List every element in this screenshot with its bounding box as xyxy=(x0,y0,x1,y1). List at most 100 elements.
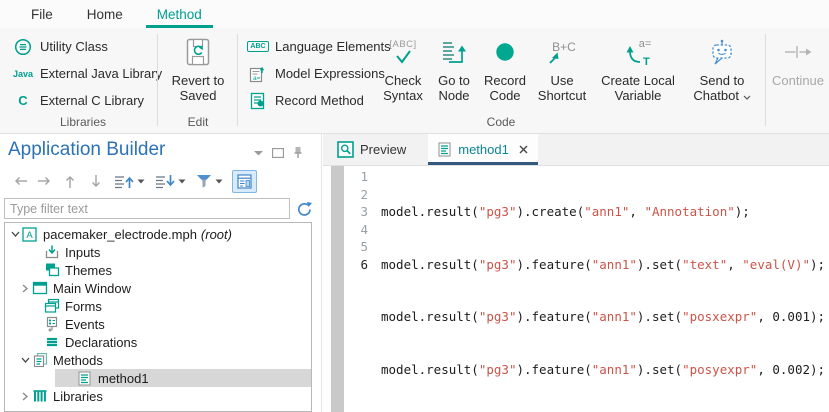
send-to-chatbot-button[interactable]: Send to Chatbot xyxy=(684,34,760,103)
check-syntax-icon: [ABC] xyxy=(378,34,428,70)
code-pane[interactable]: model.result("pg3").create("ann1", "Anno… xyxy=(368,166,829,412)
refresh-icon[interactable] xyxy=(296,201,313,217)
filter-row xyxy=(4,198,316,219)
method-icon xyxy=(76,371,93,386)
tree-label: Events xyxy=(65,317,105,332)
tree-row-themes[interactable]: Themes xyxy=(5,261,311,279)
show-editor-tools-toggle[interactable] xyxy=(232,170,257,193)
record-method-label: Record Method xyxy=(275,93,364,108)
tab-home[interactable]: Home xyxy=(76,0,134,28)
model-expressions-icon: a= xyxy=(247,65,269,83)
line-number-gutter: 1 2 3 4 5 6 xyxy=(344,166,368,412)
continue-button[interactable]: Continue xyxy=(770,34,826,88)
use-shortcut-label: Use Shortcut xyxy=(533,73,591,103)
line-number-current: 6 xyxy=(344,256,368,274)
code-line: model.result("pg3").feature("ann1").set(… xyxy=(381,256,829,274)
line-number: 3 xyxy=(344,203,368,221)
continue-icon xyxy=(770,34,826,70)
float-window-icon[interactable] xyxy=(272,148,284,158)
java-icon: Java xyxy=(12,69,34,79)
group-separator xyxy=(237,34,238,126)
expand-all-dropdown-icon[interactable] xyxy=(137,170,145,192)
forward-arrow-icon[interactable] xyxy=(32,170,57,192)
ribbon-tab-bar: File Home Method xyxy=(0,0,829,28)
record-code-button[interactable]: Record Code xyxy=(479,34,531,103)
collapse-all-icon[interactable] xyxy=(154,170,175,192)
use-shortcut-button[interactable]: B+C Use Shortcut xyxy=(533,34,591,103)
main-window-icon xyxy=(31,280,48,296)
chevron-expanded-icon[interactable] xyxy=(19,357,31,363)
record-method-icon xyxy=(247,92,269,110)
tree-row-root[interactable]: A pacemaker_electrode.mph (root) xyxy=(5,225,311,243)
record-method-button[interactable]: Record Method xyxy=(243,87,381,114)
tree-row-events[interactable]: Events xyxy=(5,315,311,333)
back-arrow-icon[interactable] xyxy=(8,170,32,192)
tree-row-declarations[interactable]: Declarations xyxy=(5,333,311,351)
tree-label: pacemaker_electrode.mph xyxy=(43,227,197,242)
revert-to-saved-button[interactable]: Revert to Saved xyxy=(162,34,234,103)
chevron-collapsed-icon[interactable] xyxy=(19,284,31,293)
tree-row-main-window[interactable]: Main Window xyxy=(5,279,311,297)
external-c-library-button[interactable]: C External C Library xyxy=(8,87,158,114)
code-group-label: Code xyxy=(240,115,762,129)
go-to-node-button[interactable]: Go to Node xyxy=(431,34,477,103)
tree-row-libraries[interactable]: Libraries xyxy=(5,387,311,405)
tree-row-forms[interactable]: Forms xyxy=(5,297,311,315)
editor-marker-bar xyxy=(331,166,344,412)
code-editor-area[interactable]: 1 2 3 4 5 6 model.result("pg3").create("… xyxy=(323,166,829,412)
group-separator xyxy=(157,34,158,126)
tab-method1[interactable]: method1 xyxy=(428,134,538,165)
panel-menu-chevron-icon[interactable] xyxy=(254,150,263,156)
application-tree: A pacemaker_electrode.mph (root) Inputs … xyxy=(4,222,312,412)
filter-input[interactable] xyxy=(4,198,290,219)
app-window: File Home Method Utility Class Java Exte… xyxy=(0,0,829,412)
tree-root-suffix: (root) xyxy=(201,227,232,242)
application-root-icon: A xyxy=(21,227,38,242)
group-separator xyxy=(765,34,766,126)
send-to-chatbot-label: Send to Chatbot xyxy=(684,73,760,103)
utility-class-label: Utility Class xyxy=(40,39,108,54)
check-syntax-button[interactable]: [ABC] Check Syntax xyxy=(378,34,428,103)
line-number: 2 xyxy=(344,186,368,204)
code-line: model.result("pg3").create("ann1", "Anno… xyxy=(381,203,829,221)
panel-window-buttons xyxy=(254,146,303,159)
external-java-library-button[interactable]: Java External Java Library xyxy=(8,60,158,87)
themes-icon xyxy=(43,262,60,278)
tree-label: Inputs xyxy=(65,245,100,260)
tree-label: Themes xyxy=(65,263,112,278)
tree-row-method1[interactable]: method1 xyxy=(55,369,311,387)
tree-label: Declarations xyxy=(65,335,137,350)
language-elements-label: Language Elements xyxy=(275,39,391,54)
tab-preview[interactable]: Preview xyxy=(327,134,416,165)
create-local-variable-button[interactable]: a= T Create Local Variable xyxy=(595,34,681,103)
filter-dropdown-icon[interactable] xyxy=(215,170,223,192)
move-up-icon[interactable] xyxy=(57,170,83,192)
model-expressions-button[interactable]: a= Model Expressions xyxy=(243,60,381,87)
expand-all-icon[interactable] xyxy=(113,170,134,192)
collapse-all-dropdown-icon[interactable] xyxy=(178,170,186,192)
chevron-expanded-icon[interactable] xyxy=(9,231,21,237)
pin-icon[interactable] xyxy=(293,146,303,159)
libraries-group: Utility Class Java External Java Library… xyxy=(8,33,158,114)
chevron-collapsed-icon[interactable] xyxy=(19,392,31,401)
move-down-icon[interactable] xyxy=(83,170,109,192)
tab-method[interactable]: Method xyxy=(146,0,213,28)
close-tab-icon[interactable] xyxy=(519,145,528,154)
utility-class-button[interactable]: Utility Class xyxy=(8,33,158,60)
panel-title: Application Builder xyxy=(8,139,165,161)
line-number: 4 xyxy=(344,221,368,239)
tree-label: Forms xyxy=(65,299,102,314)
tree-label: Methods xyxy=(53,353,103,368)
svg-text:B+C: B+C xyxy=(552,40,576,54)
language-elements-button[interactable]: ABC Language Elements xyxy=(243,33,381,60)
tree-row-methods[interactable]: Methods xyxy=(5,351,311,369)
revert-to-saved-icon xyxy=(162,34,234,70)
libraries-group-label: Libraries xyxy=(8,115,158,129)
method-tab-icon xyxy=(438,142,452,157)
tree-row-inputs[interactable]: Inputs xyxy=(5,243,311,261)
tab-file[interactable]: File xyxy=(20,0,64,28)
go-to-node-icon xyxy=(431,34,477,70)
filter-funnel-icon[interactable] xyxy=(196,170,212,192)
svg-text:T: T xyxy=(643,56,650,67)
line-number: 1 xyxy=(344,168,368,186)
